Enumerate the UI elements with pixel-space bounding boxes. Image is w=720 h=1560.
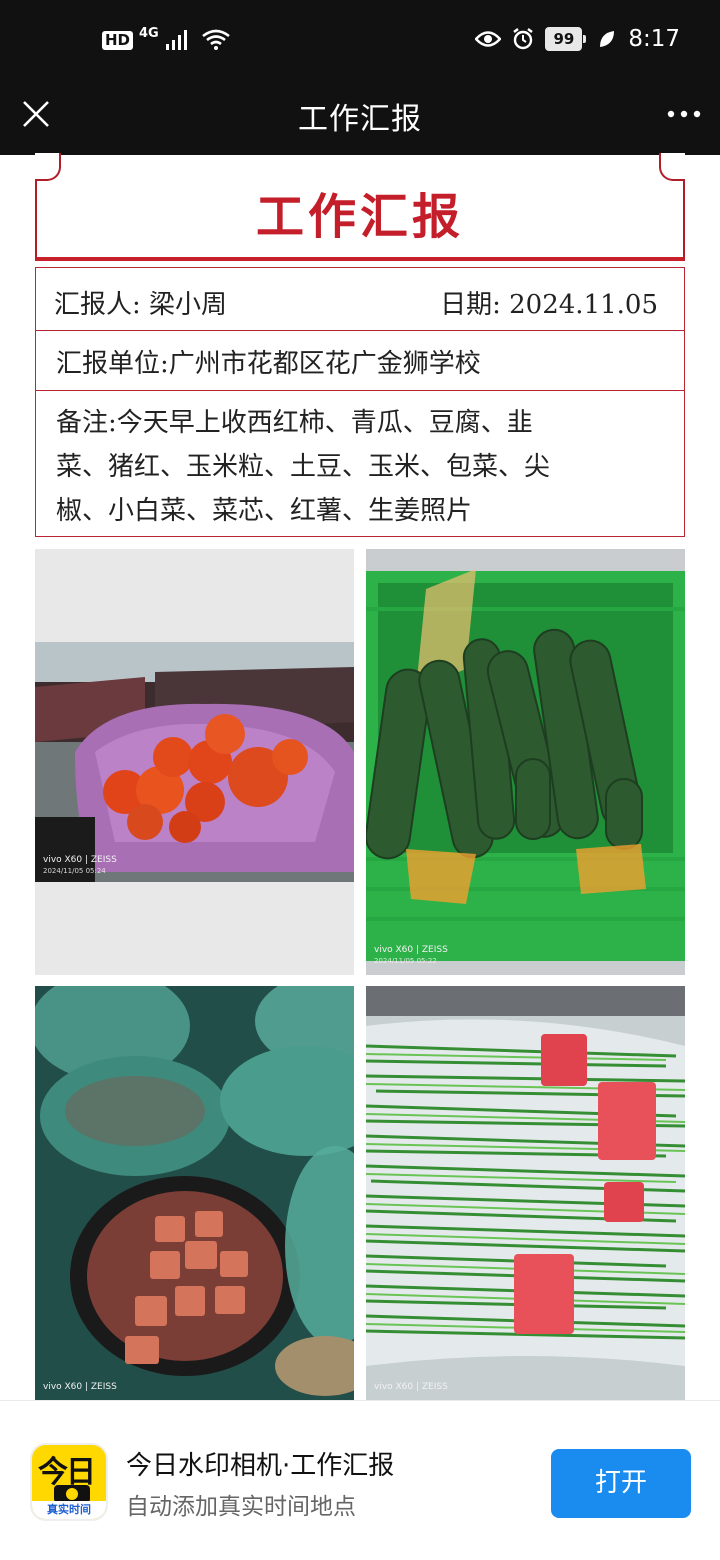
photo-chives[interactable]: vivo X60 | ZEISS — [366, 986, 685, 1400]
report-date: 日期: 2024.11.05 — [440, 290, 658, 320]
report-unit: 汇报单位:广州市花都区花广金狮学校 — [56, 349, 481, 379]
promo-banner[interactable]: 今日 真实时间 今日水印相机·工作汇报 自动添加真实时间地点 打开 — [0, 1400, 720, 1560]
app-icon-tag: 真实时间 — [32, 1501, 106, 1519]
report-card: 工作汇报 汇报人: 梁小周 日期: 2024.11.05 汇报单位:广州市花都区… — [35, 153, 685, 537]
signal-icon — [165, 30, 187, 50]
photo-cucumbers[interactable]: vivo X60 | ZEISS 2024/11/05 05:22 — [366, 549, 685, 975]
photo-timestamp: 2024/11/05 05:24 — [43, 867, 106, 875]
cucumbers-image — [366, 549, 685, 975]
photo-tofu[interactable]: vivo X60 | ZEISS — [35, 986, 354, 1400]
open-button[interactable]: 打开 — [551, 1449, 691, 1518]
report-header: 工作汇报 — [35, 153, 685, 261]
unit-row: 汇报单位:广州市花都区花广金狮学校 — [35, 331, 685, 391]
notes-row: 备注:今天早上收西红柿、青瓜、豆腐、韭 菜、猪红、玉米粒、土豆、玉米、包菜、尖 … — [35, 391, 685, 537]
hd-badge: HD — [102, 30, 134, 50]
battery-indicator: 99 — [545, 27, 587, 51]
status-bar: HD 4G 99 8:17 — [0, 0, 720, 84]
reporter-row: 汇报人: 梁小周 日期: 2024.11.05 — [35, 267, 685, 331]
eye-icon — [475, 31, 502, 47]
photo-timestamp: 2024/11/05 05:22 — [374, 957, 437, 965]
network-label: 4G — [139, 25, 159, 41]
alarm-icon — [513, 28, 534, 50]
promo-subtitle: 自动添加真实时间地点 — [126, 1494, 356, 1520]
chives-image — [366, 986, 685, 1400]
photo-tomatoes[interactable]: vivo X60 | ZEISS 2024/11/05 05:24 — [35, 549, 354, 975]
tomatoes-image — [35, 642, 354, 882]
reporter-name: 汇报人: 梁小周 — [54, 290, 228, 320]
more-icon — [667, 110, 701, 118]
notes-line: 椒、小白菜、菜芯、红薯、生姜照片 — [56, 496, 473, 526]
clock: 8:17 — [628, 26, 680, 52]
photo-watermark: vivo X60 | ZEISS — [374, 945, 448, 955]
leaf-icon — [600, 31, 615, 47]
photo-watermark: vivo X60 | ZEISS — [374, 1382, 448, 1392]
notes-line: 菜、猪红、玉米粒、土豆、玉米、包菜、尖 — [56, 452, 551, 482]
notes-line: 备注:今天早上收西红柿、青瓜、豆腐、韭 — [56, 408, 533, 438]
nav-title: 工作汇报 — [298, 102, 422, 137]
photo-watermark: vivo X60 | ZEISS — [43, 1382, 117, 1392]
tofu-image — [35, 986, 354, 1400]
status-left: HD 4G — [102, 25, 231, 52]
wifi-icon — [201, 29, 230, 50]
promo-title: 今日水印相机·工作汇报 — [126, 1451, 395, 1481]
nav-bar: 工作汇报 — [0, 84, 720, 155]
report-title: 工作汇报 — [255, 189, 464, 245]
app-icon[interactable]: 今日 真实时间 — [30, 1443, 108, 1521]
photo-watermark: vivo X60 | ZEISS — [43, 855, 117, 865]
more-button[interactable] — [662, 92, 706, 136]
status-right: 99 8:17 — [475, 26, 680, 52]
